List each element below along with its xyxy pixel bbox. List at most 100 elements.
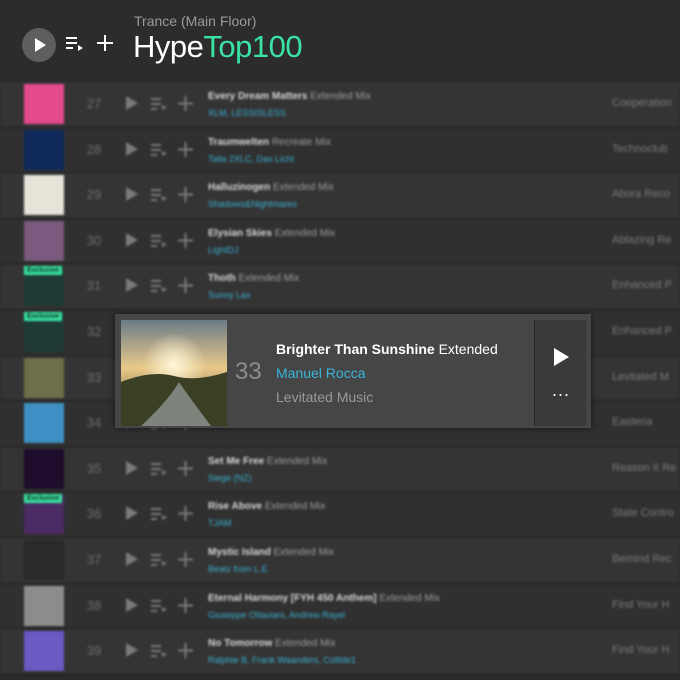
add-to-queue-icon[interactable] (151, 234, 167, 247)
add-to-queue-icon[interactable] (151, 189, 167, 202)
track-label[interactable]: Easteria (612, 416, 652, 428)
track-artists[interactable]: Sunny Lax (208, 290, 251, 300)
play-all-button[interactable] (22, 28, 56, 62)
track-label[interactable]: Technoclub (612, 143, 668, 155)
track-label[interactable]: Find Your H (612, 644, 669, 656)
page-title: HypeTop100 (133, 29, 303, 65)
play-icon[interactable] (126, 506, 138, 521)
track-artists[interactable]: XLM, LESSISLESS (208, 108, 286, 118)
track-label[interactable]: Levitated M (612, 371, 669, 383)
play-icon[interactable] (126, 232, 138, 247)
plus-icon[interactable] (178, 232, 193, 248)
plus-icon[interactable] (178, 96, 193, 111)
track-title[interactable]: Halluzinogen Extended Mix (208, 182, 334, 193)
track-row[interactable]: 39 No Tomorrow Extended Mix Ralphie B, Fra… (0, 629, 680, 675)
popup-artist[interactable]: Manuel Rocca (276, 365, 366, 381)
track-artists[interactable]: Ralphie B, Frank Waanders, Collide1 (208, 655, 356, 665)
play-icon[interactable] (126, 96, 138, 110)
popup-track-title[interactable]: Brighter Than Sunshine Extended (276, 341, 498, 357)
track-label[interactable]: State Contro (612, 507, 674, 519)
track-artists[interactable]: Shadows&Nightmares (208, 199, 297, 209)
add-to-queue-icon[interactable] (66, 36, 84, 52)
play-icon[interactable] (126, 187, 138, 202)
track-artwork[interactable] (24, 175, 64, 216)
track-name: Eternal Harmony [FYH 450 Anthem] (208, 592, 377, 604)
add-to-queue-icon[interactable] (151, 462, 167, 475)
track-title[interactable]: Eternal Harmony [FYH 450 Anthem] Extende… (208, 593, 440, 604)
add-to-queue-icon[interactable] (151, 143, 167, 156)
track-row[interactable]: Exclusive 31 Thoth Extended Mix Sunny Lax En… (0, 264, 680, 310)
popup-label[interactable]: Levitated Music (276, 389, 373, 405)
track-row[interactable]: 38 Eternal Harmony [FYH 450 Anthem] Exten… (0, 583, 680, 630)
track-label[interactable]: Cooperation (612, 97, 672, 109)
plus-icon[interactable] (178, 141, 193, 157)
add-to-queue-icon[interactable] (151, 98, 167, 110)
track-row[interactable]: 27 Every Dream Matters Extended Mix XLM, L… (0, 82, 680, 128)
add-to-queue-icon[interactable] (151, 599, 167, 612)
track-title[interactable]: Set Me Free Extended Mix (208, 456, 328, 467)
track-artwork[interactable] (24, 357, 64, 398)
add-to-queue-icon[interactable] (151, 645, 167, 658)
track-row[interactable]: 37 Mystic Island Extended Mix Beatz from L… (0, 537, 680, 584)
track-title[interactable]: Rise Above Extended Mix (208, 501, 325, 512)
track-label[interactable]: Reason II Re (612, 462, 676, 474)
plus-icon[interactable] (178, 460, 193, 476)
track-artwork[interactable] (24, 585, 64, 626)
play-icon[interactable] (126, 643, 138, 658)
track-rank: 29 (86, 187, 102, 203)
plus-icon[interactable] (178, 597, 193, 613)
play-icon[interactable] (126, 278, 138, 293)
play-icon[interactable] (126, 597, 138, 612)
track-artists[interactable]: TJAM (208, 518, 232, 528)
add-to-queue-icon[interactable] (151, 553, 167, 566)
track-artwork[interactable] (24, 448, 64, 489)
track-label[interactable]: Enhanced P (612, 325, 672, 337)
track-artwork[interactable] (24, 220, 64, 261)
track-label[interactable]: Abora Reco (612, 188, 670, 200)
track-artwork[interactable] (24, 129, 64, 170)
track-artists[interactable]: LightDJ (208, 245, 239, 255)
track-name: Thoth (208, 273, 236, 285)
track-rank: 32 (86, 323, 102, 339)
plus-icon[interactable] (178, 278, 193, 294)
plus-icon[interactable] (178, 187, 193, 203)
track-row[interactable]: 28 Traumwelten Recreate Mix Talla 2XLC, Da… (0, 127, 680, 174)
track-artists[interactable]: Beatz from L.E. (208, 564, 270, 574)
play-icon[interactable] (126, 141, 138, 156)
track-label[interactable]: Find Your H (612, 599, 669, 611)
play-icon[interactable] (126, 460, 138, 475)
track-label[interactable]: Bemind Rec (612, 553, 672, 565)
track-title[interactable]: Elysian Skies Extended Mix (208, 228, 335, 239)
now-playing-popup[interactable]: 33 Brighter Than Sunshine Extended Manue… (115, 314, 591, 428)
plus-icon[interactable] (178, 551, 193, 567)
track-title[interactable]: Mystic Island Extended Mix (208, 547, 334, 558)
play-icon[interactable] (553, 348, 569, 366)
track-rank: 34 (86, 415, 102, 431)
track-title[interactable]: Traumwelten Recreate Mix (208, 137, 331, 148)
track-label[interactable]: Ablazing Re (612, 234, 671, 246)
track-row[interactable]: 29 Halluzinogen Extended Mix Shadows&Night… (0, 173, 680, 219)
track-title[interactable]: No Tomorrow Extended Mix (208, 638, 336, 649)
track-artwork[interactable] (24, 84, 64, 124)
track-artwork[interactable] (24, 539, 64, 580)
track-artists[interactable]: Siege (NZ) (208, 473, 252, 483)
play-icon[interactable] (126, 551, 138, 566)
track-title[interactable]: Every Dream Matters Extended Mix (208, 91, 371, 102)
plus-icon[interactable] (178, 506, 193, 522)
track-artists[interactable]: Giuseppe Ottaviani, Andrew Rayel (208, 610, 345, 620)
exclusive-badge: Exclusive (24, 266, 63, 276)
plus-icon[interactable] (178, 643, 193, 659)
more-icon[interactable]: ... (552, 381, 570, 399)
track-artwork[interactable] (24, 631, 64, 672)
track-label[interactable]: Enhanced P (612, 279, 672, 291)
track-title[interactable]: Thoth Extended Mix (208, 273, 299, 284)
add-to-queue-icon[interactable] (151, 508, 167, 521)
track-row[interactable]: Exclusive 36 Rise Above Extended Mix TJAM St… (0, 492, 680, 538)
track-mix: Extended Mix (266, 455, 328, 467)
track-row[interactable]: 35 Set Me Free Extended Mix Siege (NZ) Reas… (0, 446, 680, 493)
track-row[interactable]: 30 Elysian Skies Extended Mix LightDJ Ablaz… (0, 218, 680, 265)
plus-icon[interactable] (96, 34, 114, 52)
track-artists[interactable]: Talla 2XLC, Das Licht (208, 154, 294, 164)
track-artwork[interactable] (24, 403, 64, 444)
add-to-queue-icon[interactable] (151, 280, 167, 293)
